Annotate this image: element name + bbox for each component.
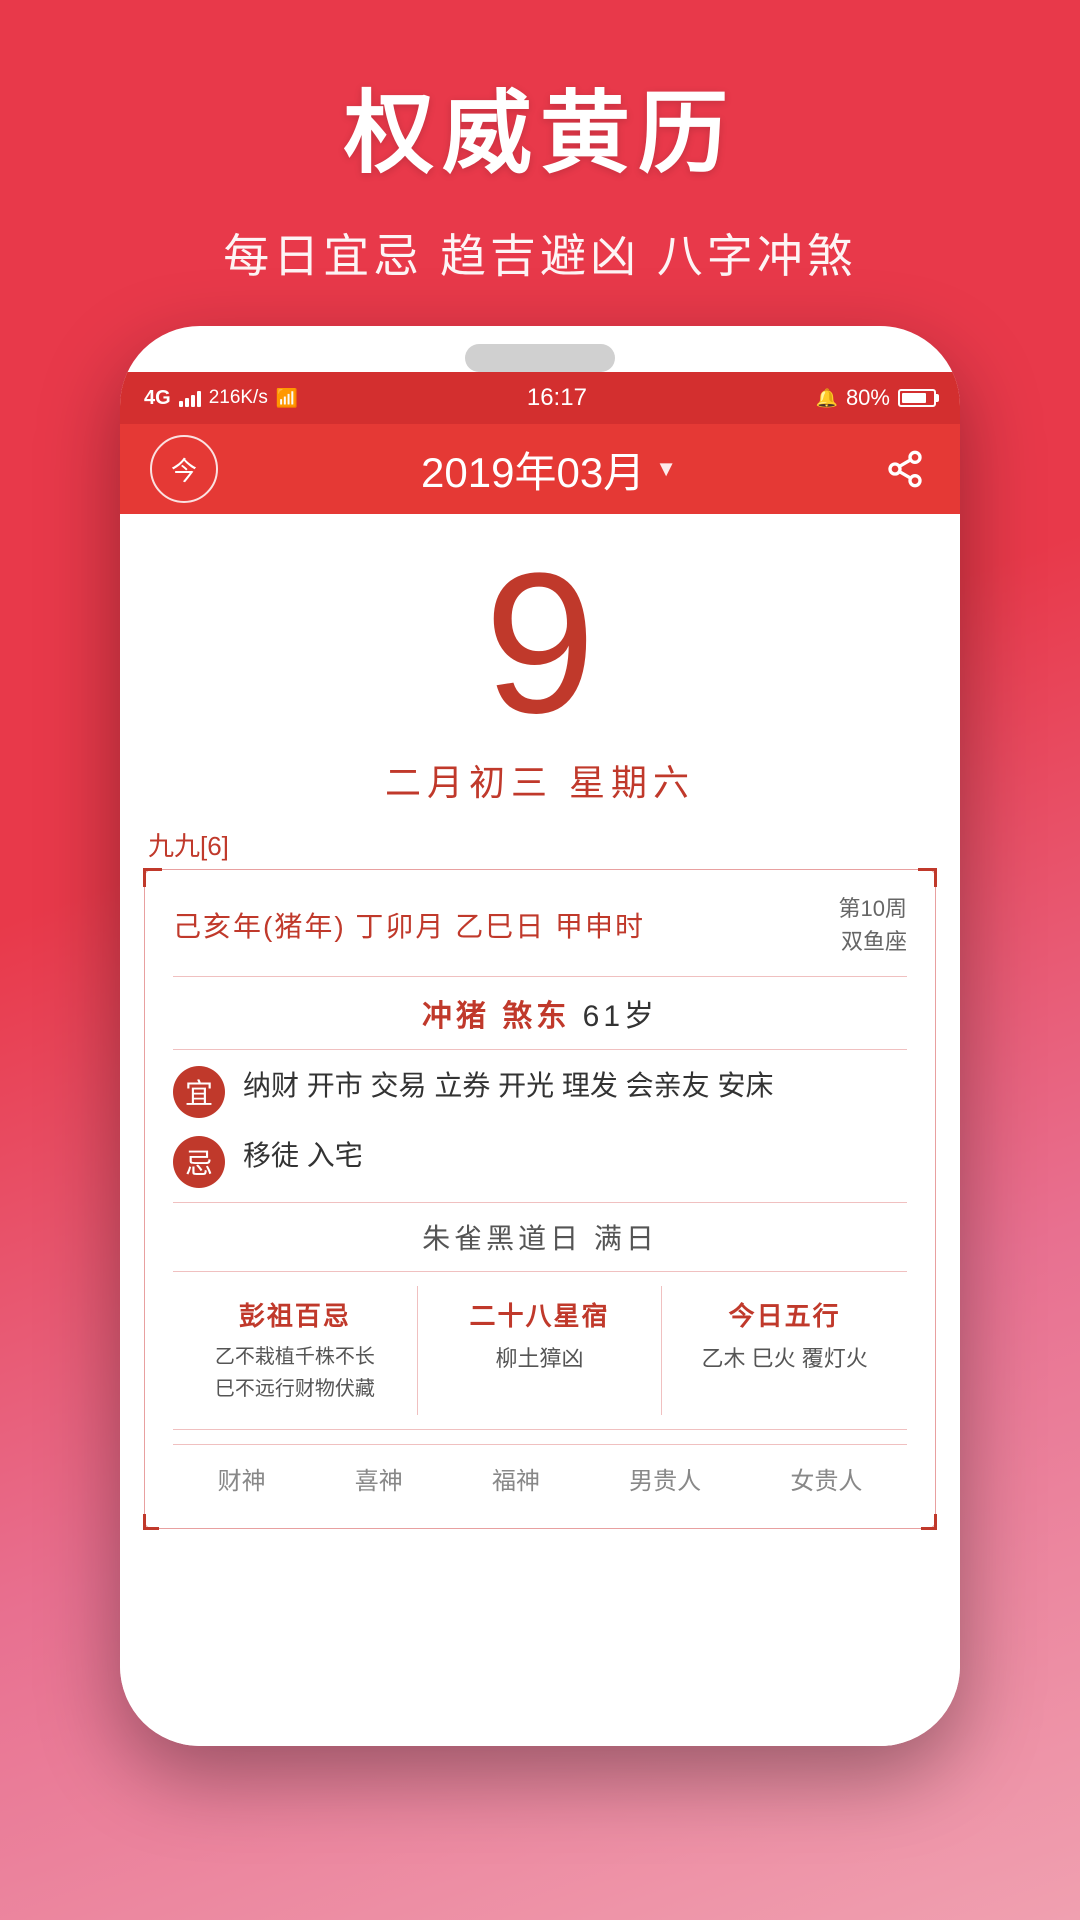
info-card: 己亥年(猪年) 丁卯月 乙巳日 甲申时 第10周 双鱼座 冲猪 煞东 61岁 (144, 869, 936, 1529)
today-label: 今 (171, 451, 197, 488)
wuxing-content: 乙木 巳火 覆灯火 (702, 1341, 868, 1376)
day-lunar: 二月初三 星期六 (385, 754, 695, 806)
chong-row: 冲猪 煞东 61岁 (173, 991, 907, 1035)
special-day: 朱雀黑道日 满日 (173, 1217, 907, 1257)
jiu-label: 九九[6] (144, 826, 936, 863)
ji-row: 忌 移徒 入宅 (173, 1134, 907, 1188)
ji-content: 移徒 入宅 (243, 1134, 907, 1179)
label-fusheng: 福神 (492, 1461, 540, 1496)
ganzhi-row: 己亥年(猪年) 丁卯月 乙巳日 甲申时 第10周 双鱼座 (173, 892, 907, 958)
alarm-icon: 🔔 (816, 388, 838, 409)
day-section: 9 二月初三 星期六 (120, 514, 960, 826)
today-button[interactable]: 今 (150, 435, 218, 503)
label-xisheng: 喜神 (355, 1461, 403, 1496)
ganzhi-text: 己亥年(猪年) 丁卯月 乙巳日 甲申时 (173, 905, 645, 945)
week-zodiac: 第10周 双鱼座 (839, 892, 907, 958)
star-label: 二十八星宿 (469, 1296, 609, 1333)
card-corner-bl (143, 1514, 159, 1530)
nav-bar: 今 2019年03月 ▼ (120, 424, 960, 514)
top-section: 权威黄历 每日宜忌 趋吉避凶 八字冲煞 (0, 0, 1080, 326)
wuxing-label: 今日五行 (729, 1296, 841, 1333)
label-nanguiren: 男贵人 (629, 1461, 701, 1496)
signal-bars-icon (179, 389, 201, 407)
bottom-nav-labels: 财神 喜神 福神 男贵人 女贵人 (173, 1444, 907, 1506)
content-area: 9 二月初三 星期六 九九[6] 己亥年(猪年) 丁卯月 乙巳日 甲申时 第10… (120, 514, 960, 1746)
phone-frame: 4G 216K/s 📶 16:17 🔔 80% 今 2019年03月 ▼ (120, 326, 960, 1746)
day-number: 9 (484, 544, 595, 744)
divider-2 (173, 1049, 907, 1050)
battery-percent: 80% (846, 385, 890, 411)
chong-age: 61岁 (583, 1000, 658, 1033)
week-label: 第10周 (839, 892, 907, 925)
speed-label: 216K/s (209, 387, 268, 409)
phone-speaker (465, 344, 615, 372)
yi-content: 纳财 开市 交易 立券 开光 理发 会亲友 安床 (243, 1064, 907, 1109)
status-right: 🔔 80% (816, 385, 936, 411)
pengzu-content: 乙不栽植千株不长 巳不远行财物伏藏 (215, 1341, 375, 1405)
card-corner-br (921, 1514, 937, 1530)
pengzu-item: 彭祖百忌 乙不栽植千株不长 巳不远行财物伏藏 (173, 1286, 418, 1415)
network-label: 4G (144, 387, 171, 410)
battery-fill (902, 393, 926, 403)
star-content: 柳土獐凶 (495, 1341, 583, 1376)
info-card-wrapper: 九九[6] 己亥年(猪年) 丁卯月 乙巳日 甲申时 第10周 双鱼座 冲猪 煞东 (120, 826, 960, 1746)
ji-badge: 忌 (173, 1136, 225, 1188)
status-time: 16:17 (527, 384, 587, 412)
star-item: 二十八星宿 柳土獐凶 (418, 1286, 663, 1415)
app-subtitle: 每日宜忌 趋吉避凶 八字冲煞 (223, 220, 857, 286)
label-caisheng: 财神 (218, 1461, 266, 1496)
wifi-icon: 📶 (276, 388, 298, 409)
battery-icon (898, 389, 936, 407)
share-button[interactable] (880, 444, 930, 494)
divider-1 (173, 976, 907, 977)
yi-badge: 宜 (173, 1066, 225, 1118)
yi-ji-section: 宜 纳财 开市 交易 立券 开光 理发 会亲友 安床 忌 移徒 入宅 (173, 1064, 907, 1188)
nav-date[interactable]: 2019年03月 ▼ (421, 439, 677, 500)
app-title: 权威黄历 (344, 60, 736, 190)
phone-top (120, 326, 960, 372)
label-nvguiren: 女贵人 (790, 1461, 862, 1496)
divider-3 (173, 1202, 907, 1203)
zodiac-label: 双鱼座 (839, 925, 907, 958)
yi-row: 宜 纳财 开市 交易 立券 开光 理发 会亲友 安床 (173, 1064, 907, 1118)
chevron-down-icon: ▼ (655, 456, 677, 482)
status-bar: 4G 216K/s 📶 16:17 🔔 80% (120, 372, 960, 424)
nav-date-label: 2019年03月 (421, 439, 645, 500)
status-left: 4G 216K/s 📶 (144, 387, 298, 410)
divider-5 (173, 1429, 907, 1430)
pengzu-label: 彭祖百忌 (239, 1296, 351, 1333)
wuxing-item: 今日五行 乙木 巳火 覆灯火 (662, 1286, 907, 1415)
divider-4 (173, 1271, 907, 1272)
bottom-grid: 彭祖百忌 乙不栽植千株不长 巳不远行财物伏藏 二十八星宿 柳土獐凶 今日五行 乙… (173, 1286, 907, 1415)
chong-text: 冲猪 煞东 (422, 1000, 570, 1033)
